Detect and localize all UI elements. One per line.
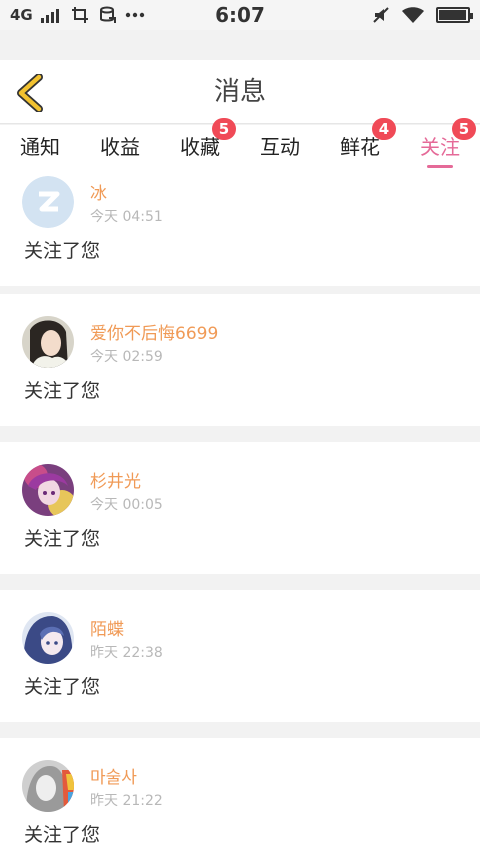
message-item[interactable]: 杉井光今天 00:05 关注了您 — [0, 442, 480, 574]
message-time: 今天 00:05 — [90, 497, 163, 513]
tab-label: 互动 — [260, 135, 300, 159]
avatar[interactable] — [22, 760, 74, 812]
message-time: 昨天 22:38 — [90, 645, 163, 661]
tab-favorites[interactable]: 收藏 5 — [160, 118, 240, 170]
message-text: 关注了您 — [24, 528, 101, 550]
battery-level — [439, 10, 466, 20]
tab-interaction[interactable]: 互动 — [240, 125, 320, 170]
storage-icon — [99, 6, 116, 23]
avatar[interactable] — [22, 316, 74, 368]
unread-badge: 4 — [372, 118, 396, 140]
message-time: 今天 04:51 — [90, 209, 163, 225]
message-time: 昨天 21:22 — [90, 793, 163, 809]
avatar[interactable] — [22, 612, 74, 664]
status-left: 4G — [10, 6, 145, 24]
unread-badge: 5 — [452, 118, 476, 140]
user-name[interactable]: 杉井光 — [90, 467, 141, 492]
tab-flowers[interactable]: 鲜花 4 — [320, 118, 400, 170]
tab-label: 关注 — [420, 135, 460, 159]
network-label: 4G — [10, 6, 33, 24]
message-item[interactable]: 爱你不后悔6699 今天 02:59 关注了您 — [0, 294, 480, 426]
message-text: 关注了您 — [24, 240, 101, 262]
user-name[interactable]: 爱你不后悔6699 — [90, 319, 218, 344]
user-name[interactable]: 冰 — [90, 179, 107, 204]
message-text: 关注了您 — [24, 676, 101, 698]
message-list: 冰今天 04:51 关注了您 爱你不后悔6699 今天 02:59 关注了您 杉井光 今天 … — [0, 170, 480, 854]
status-bar: 4G 6:07 — [0, 0, 480, 30]
user-name[interactable]: 마술사 — [90, 763, 137, 788]
active-tab-indicator — [427, 165, 453, 168]
status-right — [372, 6, 473, 24]
tab-earnings[interactable]: 收益 — [80, 125, 160, 170]
avatar[interactable] — [22, 176, 74, 228]
header-bar: 消息 — [0, 60, 480, 124]
avatar[interactable] — [22, 464, 74, 516]
message-text: 关注了您 — [24, 380, 101, 402]
tab-label: 通知 — [20, 135, 60, 159]
tab-label: 收藏 — [180, 135, 220, 159]
tab-notice[interactable]: 通知 — [0, 125, 80, 170]
tab-label: 鲜花 — [340, 135, 380, 159]
message-time: 今天 02:59 — [90, 349, 163, 365]
page-title: 消息 — [213, 77, 266, 107]
tab-bar: 通知 收益 收藏 5 互动 鲜花 4 关注 5 — [0, 118, 480, 170]
tab-follow[interactable]: 关注 5 — [400, 118, 480, 170]
message-item[interactable]: 冰今天 04:51 关注了您 — [0, 170, 480, 286]
screenshot-icon — [71, 7, 88, 23]
message-item[interactable]: 陌蝶昨天 22:38 关注了您 — [0, 590, 480, 722]
more-dots-icon — [125, 12, 144, 18]
tab-label: 收益 — [100, 135, 140, 159]
mute-icon — [373, 7, 389, 23]
battery-icon — [436, 7, 473, 23]
signal-icon — [40, 9, 59, 23]
unread-badge: 5 — [212, 118, 236, 140]
message-item[interactable]: 마술사 昨天 21:22 关注了您 — [0, 738, 480, 854]
wifi-icon — [402, 7, 424, 23]
user-name[interactable]: 陌蝶 — [90, 615, 124, 640]
message-text: 关注了您 — [24, 824, 101, 846]
